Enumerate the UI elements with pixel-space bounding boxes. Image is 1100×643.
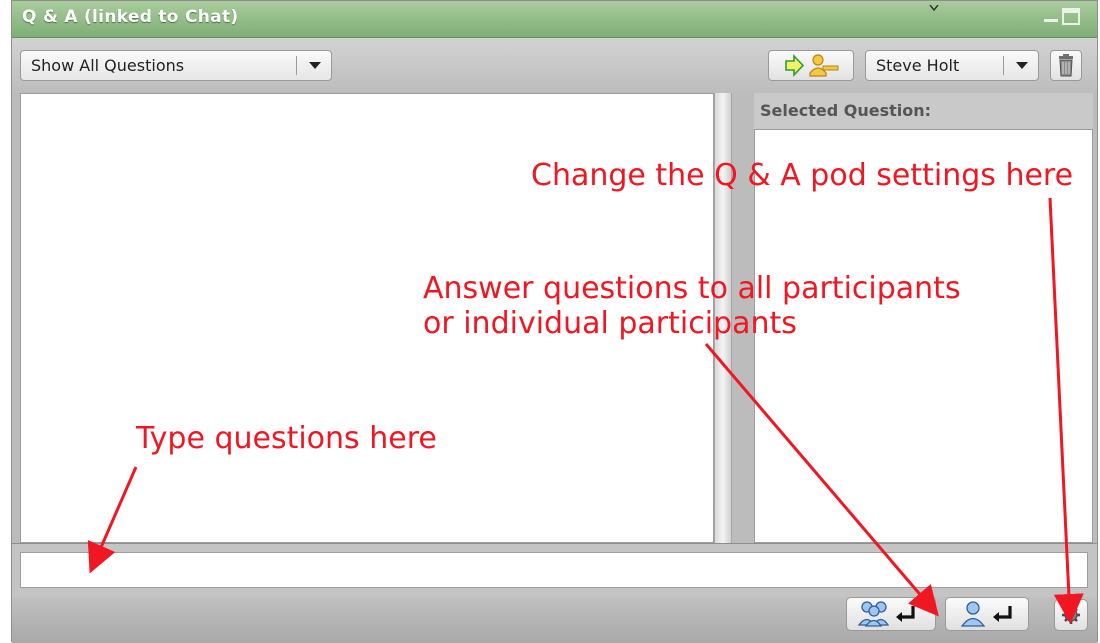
send-to-individual-button[interactable] [945,597,1029,631]
pod-titlebar[interactable]: Q & A (linked to Chat) [12,1,1097,38]
caret-down-icon [929,5,939,11]
type-annotation: Type questions here [136,421,437,456]
arrow-to-user-icon [785,53,839,78]
answer-toolbar [12,597,1097,643]
trash-icon [1059,54,1073,77]
selected-question-label: Selected Question: [760,101,931,120]
selected-question-header: Selected Question: [754,93,1093,129]
pod-settings-button[interactable] [1054,599,1088,631]
pod-title: Q & A (linked to Chat) [22,7,239,27]
send-to-all-button[interactable] [846,597,936,631]
question-input[interactable] [20,552,1088,588]
user-select-value: Steve Holt [876,56,960,75]
pod-toolbar: Show All Questions Steve Holt [12,38,1097,92]
send-to-individual-icon [960,601,1012,627]
chevron-down-icon[interactable] [1016,62,1028,69]
send-to-all-participants-icon [857,601,915,627]
select-divider [296,56,297,75]
question-input-row [12,543,1097,598]
gear-icon [1062,606,1080,624]
maximize-button[interactable] [1062,8,1080,25]
select-divider [1003,56,1004,75]
minimize-button[interactable] [1042,8,1060,26]
assign-question-button[interactable] [768,50,854,81]
user-select[interactable]: Steve Holt [865,50,1039,81]
question-filter-select[interactable]: Show All Questions [20,50,332,81]
delete-question-button[interactable] [1050,50,1082,81]
answer-annotation: Answer questions to all participants or … [423,271,961,341]
settings-annotation: Change the Q & A pod settings here [531,158,1074,193]
chevron-down-icon[interactable] [309,62,321,69]
question-filter-value: Show All Questions [31,56,185,75]
